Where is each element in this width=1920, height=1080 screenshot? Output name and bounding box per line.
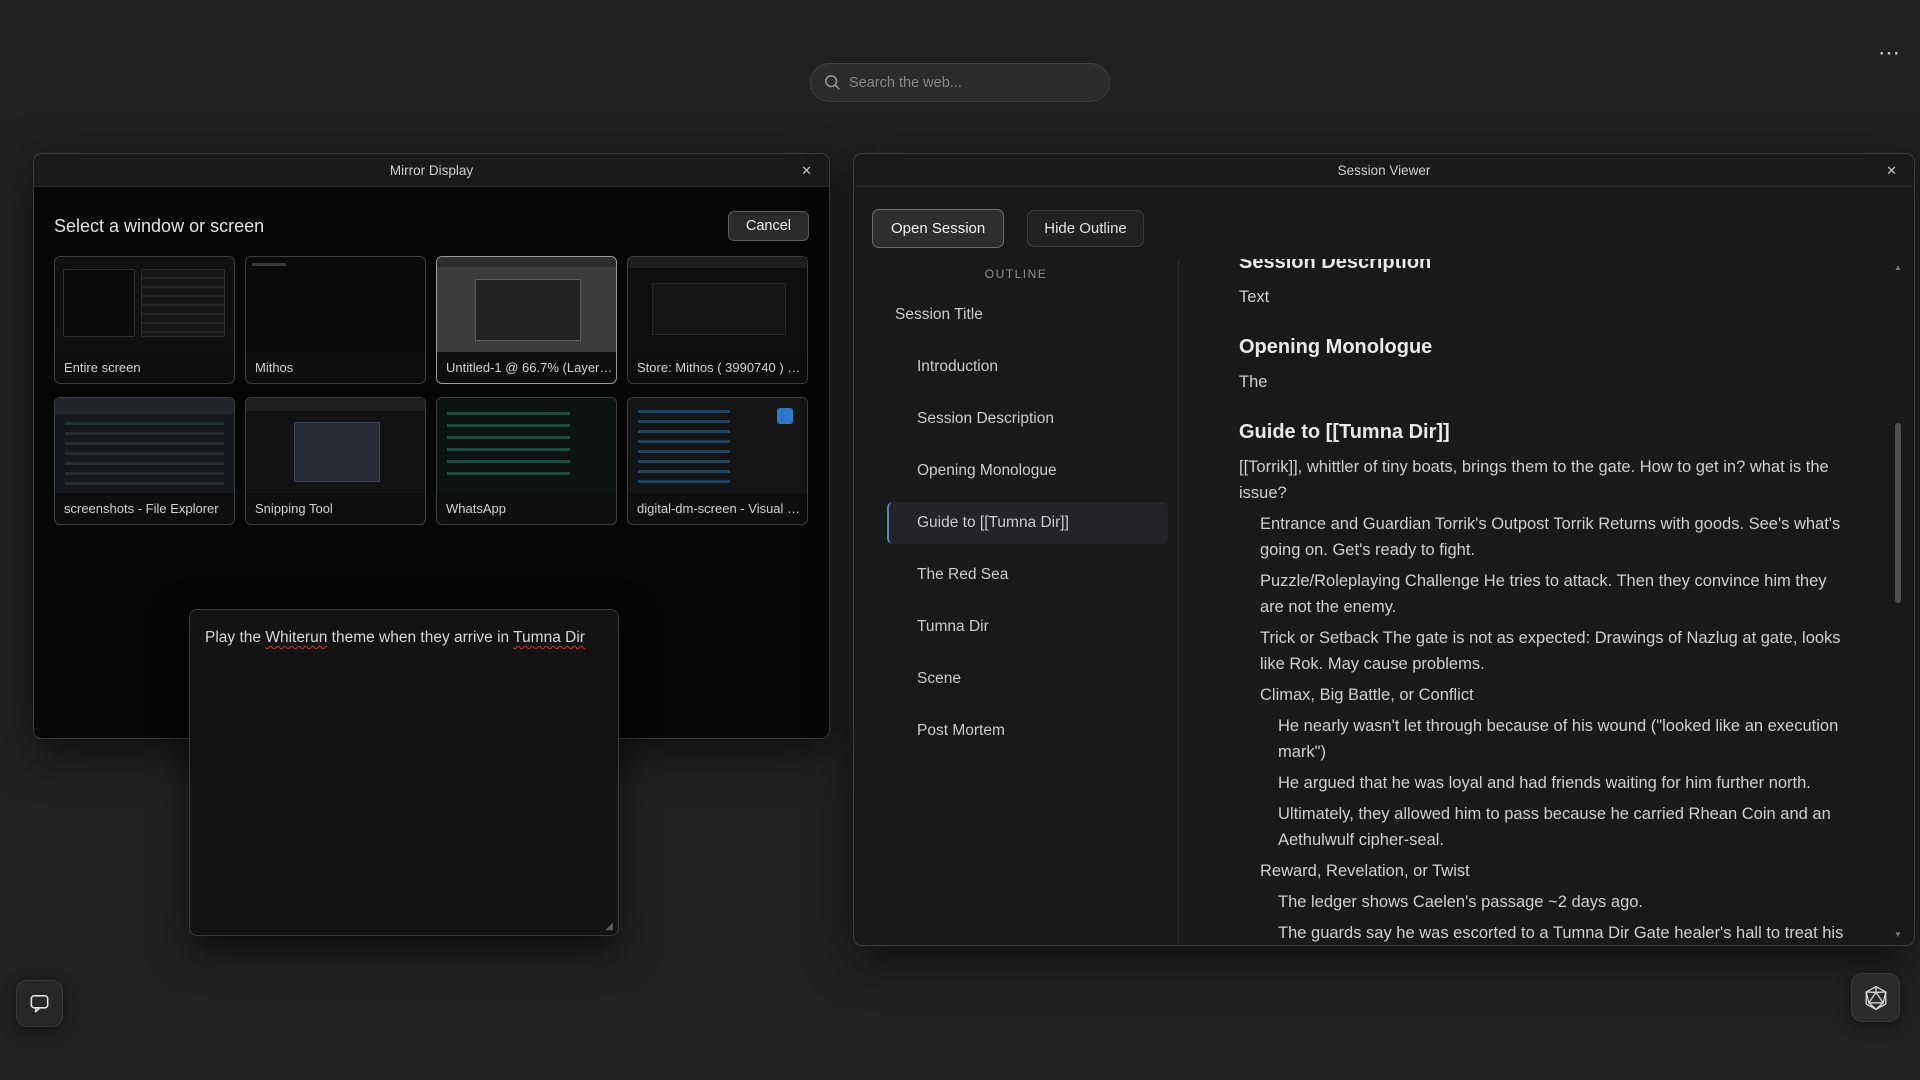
- thumbnail-whatsapp[interactable]: WhatsApp: [436, 397, 617, 525]
- search-icon: [824, 74, 841, 91]
- outline-item-the-red-sea[interactable]: The Red Sea: [854, 549, 1178, 601]
- thumbnail-label: Mithos: [246, 352, 425, 383]
- content-paragraph: Entrance and Guardian Torrik's Outpost T…: [1260, 511, 1844, 563]
- outline-panel: OUTLINE Session Title Introduction Sessi…: [854, 259, 1179, 944]
- thumbnail-preview: [628, 398, 807, 493]
- thumbnail-preview: [55, 398, 234, 493]
- session-viewer-main: OUTLINE Session Title Introduction Sessi…: [854, 259, 1914, 944]
- search-input[interactable]: [849, 75, 1096, 91]
- close-icon[interactable]: ✕: [794, 154, 819, 187]
- content-heading-guide-to-tumna-dir: Guide to [[Tumna Dir]]: [1239, 421, 1844, 444]
- note-text-part: Play the: [205, 629, 265, 646]
- content-paragraph: Reward, Revelation, or Twist: [1260, 858, 1844, 884]
- content-scrollbar[interactable]: ▲ ▼: [1890, 261, 1906, 942]
- thumbnail-entire-screen[interactable]: Entire screen: [54, 256, 235, 384]
- note-text-part-misspelled: Tumna Dir: [513, 629, 585, 646]
- outline-item-session-description[interactable]: Session Description: [854, 393, 1178, 445]
- mirror-display-header: Select a window or screen Cancel: [54, 187, 809, 241]
- resize-handle-icon[interactable]: ◢: [605, 921, 613, 932]
- content-paragraph: Climax, Big Battle, or Conflict: [1260, 682, 1844, 708]
- thumbnail-preview: [628, 257, 807, 352]
- thumbnail-preview: [437, 398, 616, 493]
- thumbnail-label: Untitled-1 @ 66.7% (Layer…: [437, 352, 616, 383]
- content-paragraph: The guards say he was escorted to a Tumn…: [1278, 920, 1844, 944]
- open-session-button[interactable]: Open Session: [872, 209, 1004, 248]
- outline-item-label: Introduction: [917, 358, 998, 376]
- thumbnail-preview: [437, 257, 616, 352]
- window-title: Session Viewer: [1338, 163, 1431, 178]
- scrollbar-thumb[interactable]: [1895, 423, 1901, 603]
- scroll-down-icon[interactable]: ▼: [1890, 931, 1906, 939]
- outline-item-tumna-dir[interactable]: Tumna Dir: [854, 601, 1178, 653]
- content-paragraph: The ledger shows Caelen's passage ~2 day…: [1278, 889, 1844, 915]
- outline-item-label: Guide to [[Tumna Dir]]: [917, 514, 1069, 532]
- thumbnail-store-mithos[interactable]: Store: Mithos ( 3990740 ) …: [627, 256, 808, 384]
- content-paragraph: The: [1239, 369, 1844, 395]
- thumbnail-file-explorer[interactable]: screenshots - File Explorer: [54, 397, 235, 525]
- thumbnail-mithos[interactable]: Mithos: [245, 256, 426, 384]
- thumbnail-label: Store: Mithos ( 3990740 ) …: [628, 352, 807, 383]
- outline-item-introduction[interactable]: Introduction: [854, 341, 1178, 393]
- session-content: Session Description Text Opening Monolog…: [1179, 259, 1914, 944]
- outline-item-label: Scene: [917, 670, 961, 688]
- outline-item-label: The Red Sea: [917, 566, 1008, 584]
- sticky-note[interactable]: Play the Whiterun theme when they arrive…: [189, 609, 619, 936]
- hide-outline-button[interactable]: Hide Outline: [1027, 210, 1144, 247]
- overflow-menu-icon[interactable]: ⋯: [1878, 42, 1902, 64]
- outline-header: OUTLINE: [854, 267, 1178, 281]
- outline-item-label: Opening Monologue: [917, 462, 1057, 480]
- outline-item-session-title[interactable]: Session Title: [854, 289, 1178, 341]
- thumbnail-preview: [246, 398, 425, 493]
- session-viewer-titlebar[interactable]: Session Viewer ✕: [854, 154, 1914, 187]
- thumbnail-vscode[interactable]: digital-dm-screen - Visual …: [627, 397, 808, 525]
- content-heading-opening-monologue: Opening Monologue: [1239, 336, 1844, 359]
- outline-item-label: Post Mortem: [917, 722, 1005, 740]
- outline-item-label: Session Description: [917, 410, 1054, 428]
- content-paragraph: He nearly wasn't let through because of …: [1278, 713, 1844, 765]
- outline-item-label: Session Title: [895, 306, 983, 324]
- thumbnail-snipping-tool[interactable]: Snipping Tool: [245, 397, 426, 525]
- outline-item-scene[interactable]: Scene: [854, 653, 1178, 705]
- outline-item-label: Tumna Dir: [917, 618, 989, 636]
- content-paragraph: [[Torrik]], whittler of tiny boats, brin…: [1239, 454, 1844, 506]
- thumbnail-label: digital-dm-screen - Visual …: [628, 493, 807, 524]
- thumbnail-label: Entire screen: [55, 352, 234, 383]
- session-viewer-window: Session Viewer ✕ Open Session Hide Outli…: [853, 153, 1915, 946]
- note-text-part-misspelled: Whiterun: [265, 629, 327, 646]
- content-paragraph: Ultimately, they allowed him to pass bec…: [1278, 801, 1844, 853]
- content-paragraph: Puzzle/Roleplaying Challenge He tries to…: [1260, 568, 1844, 620]
- outline-item-post-mortem[interactable]: Post Mortem: [854, 705, 1178, 757]
- web-search-bar: [810, 63, 1110, 102]
- thumbnail-preview: [246, 257, 425, 352]
- speech-bubble-icon: [28, 992, 51, 1015]
- select-window-heading: Select a window or screen: [54, 216, 264, 237]
- thumbnail-label: screenshots - File Explorer: [55, 493, 234, 524]
- scroll-up-icon[interactable]: ▲: [1890, 264, 1906, 272]
- cancel-button[interactable]: Cancel: [728, 211, 809, 241]
- outline-item-guide-to-tumna-dir[interactable]: Guide to [[Tumna Dir]]: [854, 497, 1178, 549]
- thumbnail-label: WhatsApp: [437, 493, 616, 524]
- content-paragraph: Trick or Setback The gate is not as expe…: [1260, 625, 1844, 677]
- content-paragraph: Text: [1239, 284, 1844, 310]
- session-viewer-toolbar: Open Session Hide Outline: [854, 187, 1914, 259]
- content-heading-session-description: Session Description: [1239, 259, 1844, 274]
- thumbnail-preview: [55, 257, 234, 352]
- note-text[interactable]: Play the Whiterun theme when they arrive…: [205, 627, 603, 649]
- thumbnail-untitled-photoshop[interactable]: Untitled-1 @ 66.7% (Layer…: [436, 256, 617, 384]
- window-thumbnail-grid: Entire screen Mithos Untitled-1 @ 66.7% …: [54, 256, 809, 525]
- outline-item-opening-monologue[interactable]: Opening Monologue: [854, 445, 1178, 497]
- note-text-part: theme when they arrive in: [327, 629, 513, 646]
- window-title: Mirror Display: [390, 163, 473, 178]
- content-paragraph: He argued that he was loyal and had frie…: [1278, 770, 1844, 796]
- d20-dice-icon: [1863, 985, 1889, 1011]
- mirror-display-titlebar[interactable]: Mirror Display ✕: [34, 154, 829, 187]
- thumbnail-label: Snipping Tool: [246, 493, 425, 524]
- close-icon[interactable]: ✕: [1879, 154, 1904, 187]
- d20-dice-button[interactable]: [1851, 973, 1900, 1022]
- chat-button[interactable]: [16, 980, 63, 1027]
